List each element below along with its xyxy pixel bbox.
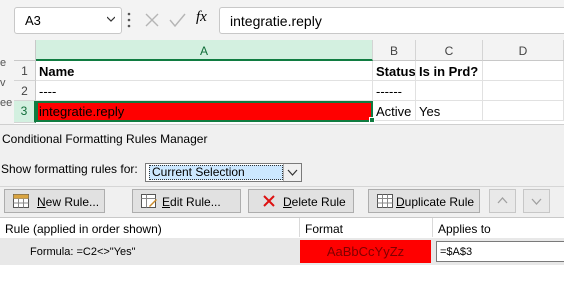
edit-rule-label: Edit Rule... <box>162 195 221 209</box>
strip-text: e <box>0 57 7 69</box>
show-rules-dropdown[interactable]: Current Selection <box>145 163 302 182</box>
column-header-b[interactable]: B <box>373 40 416 61</box>
duplicate-icon <box>377 194 393 208</box>
row-header-3[interactable]: 3 <box>14 101 36 123</box>
strip-text: v <box>0 77 6 89</box>
column-header-applies-to: Applies to <box>438 222 491 236</box>
column-header-c[interactable]: C <box>416 40 483 61</box>
enter-icon[interactable] <box>169 13 186 28</box>
cell-c1[interactable]: Is in Prd? <box>416 61 483 81</box>
cell-d2[interactable] <box>483 81 564 101</box>
new-rule-button[interactable]: New Rule... <box>4 189 105 213</box>
fill-handle[interactable] <box>369 117 375 123</box>
show-rules-value: Current Selection <box>149 165 283 180</box>
chevron-up-icon <box>497 197 508 204</box>
chevron-down-icon <box>107 16 115 22</box>
row-header-2[interactable]: 2 <box>14 81 36 101</box>
active-cell-border <box>36 101 373 122</box>
delete-icon <box>263 195 275 207</box>
strip-text: ee <box>0 97 13 109</box>
new-rule-label: New Rule... <box>37 195 100 209</box>
edit-rule-button[interactable]: Edit Rule... <box>132 189 241 213</box>
new-rule-icon <box>13 194 29 208</box>
rule-formula: Formula: =C2<>"Yes" <box>30 246 136 258</box>
cell-d1[interactable] <box>483 61 564 81</box>
cell-b1[interactable]: Status <box>373 61 416 81</box>
divider <box>0 186 564 187</box>
formula-input[interactable]: integratie.reply <box>219 7 564 34</box>
name-box-value: A3 <box>25 13 41 28</box>
applies-to-value: =$A$3 <box>440 246 473 258</box>
select-all-corner[interactable] <box>14 40 36 61</box>
cell-a1[interactable]: Name <box>36 61 373 81</box>
show-rules-label: Show formatting rules for: <box>1 162 138 176</box>
chevron-down-icon <box>531 198 542 205</box>
row-header-1[interactable]: 1 <box>14 61 36 81</box>
column-header-d[interactable]: D <box>483 40 564 61</box>
edit-rule-icon <box>141 194 157 208</box>
column-header-a[interactable]: A <box>36 40 373 61</box>
cell-a2[interactable]: ---- <box>36 81 373 101</box>
delete-rule-button[interactable]: Delete Rule <box>248 189 354 213</box>
move-up-button[interactable] <box>489 189 516 213</box>
more-options-icon[interactable] <box>126 10 132 30</box>
insert-function-button[interactable]: fx <box>196 9 207 26</box>
cancel-icon[interactable] <box>145 13 159 27</box>
duplicate-rule-label: Duplicate Rule <box>396 195 475 209</box>
cell-d3[interactable] <box>483 101 564 121</box>
cell-c2[interactable] <box>416 81 483 101</box>
delete-rule-label: Delete Rule <box>283 195 346 209</box>
cell-b2[interactable]: ------ <box>373 81 416 101</box>
cell-c3[interactable]: Yes <box>416 101 483 121</box>
name-box[interactable]: A3 <box>14 7 122 34</box>
column-header-format: Format <box>300 218 433 237</box>
column-header-rule: Rule (applied in order shown) <box>0 218 300 237</box>
dialog-title: Conditional Formatting Rules Manager <box>2 132 208 146</box>
format-preview: AaBbCcYyZz <box>300 240 431 263</box>
chevron-down-icon <box>287 169 298 176</box>
adjacent-window-strip: e v ee <box>0 40 14 124</box>
cell-b3[interactable]: Active <box>373 101 416 121</box>
applies-to-field[interactable]: =$A$3 <box>436 241 564 262</box>
duplicate-rule-button[interactable]: Duplicate Rule <box>368 189 480 213</box>
dropdown-arrow[interactable] <box>283 164 301 181</box>
move-down-button[interactable] <box>523 189 550 213</box>
formula-text: integratie.reply <box>230 13 322 29</box>
